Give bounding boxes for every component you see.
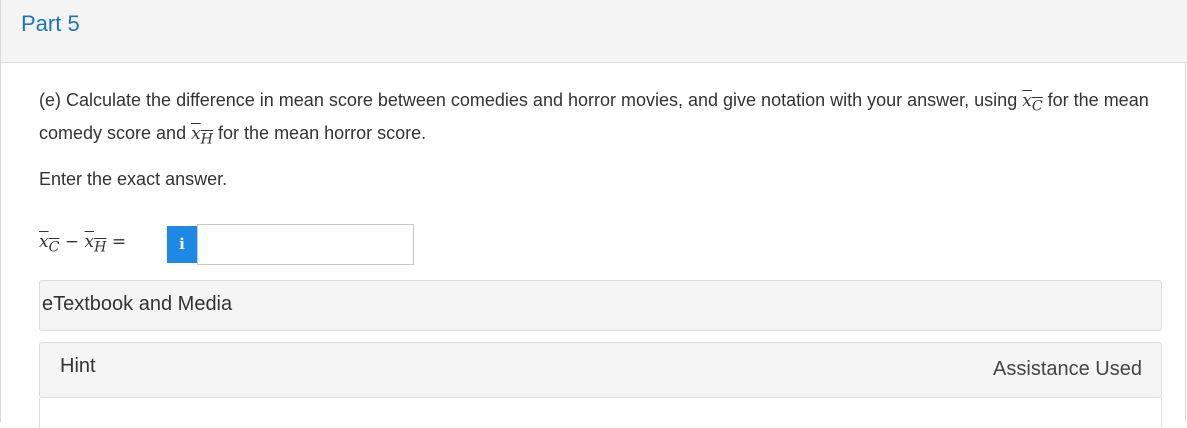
hint-body — [39, 398, 1162, 428]
etextbook-media-label: eTextbook and Media — [42, 293, 233, 315]
question-text-after: for the mean horror score. — [213, 123, 427, 144]
etextbook-media-panel[interactable]: eTextbook and Media — [39, 280, 1162, 331]
hint-panel[interactable]: Hint Assistance Used — [39, 342, 1162, 398]
question-text-before: (e) Calculate the difference in mean sco… — [39, 90, 1023, 110]
answer-input[interactable] — [197, 224, 414, 265]
part-title[interactable]: Part 5 — [21, 11, 80, 37]
assistance-used-label: Assistance Used — [993, 358, 1142, 380]
xbar-c-symbol: xC — [1022, 91, 1043, 115]
info-icon[interactable]: i — [167, 226, 197, 263]
equals-sign: = — [111, 232, 127, 252]
xbar-h-term: xH — [84, 232, 107, 256]
question-text: (e) Calculate the difference in mean sco… — [39, 87, 1164, 154]
part-header[interactable]: Part 5 — [1, 0, 1187, 63]
minus-sign: − — [64, 232, 80, 252]
equation-label: xC − xH = — [39, 232, 126, 255]
question-frame: Part 5 (e) Calculate the difference in m… — [0, 0, 1187, 428]
xbar-c-term: xC — [39, 232, 60, 256]
xbar-h-symbol: xH — [191, 124, 214, 148]
hint-label: Hint — [60, 355, 96, 377]
instructions: Enter the exact answer. — [39, 169, 228, 189]
